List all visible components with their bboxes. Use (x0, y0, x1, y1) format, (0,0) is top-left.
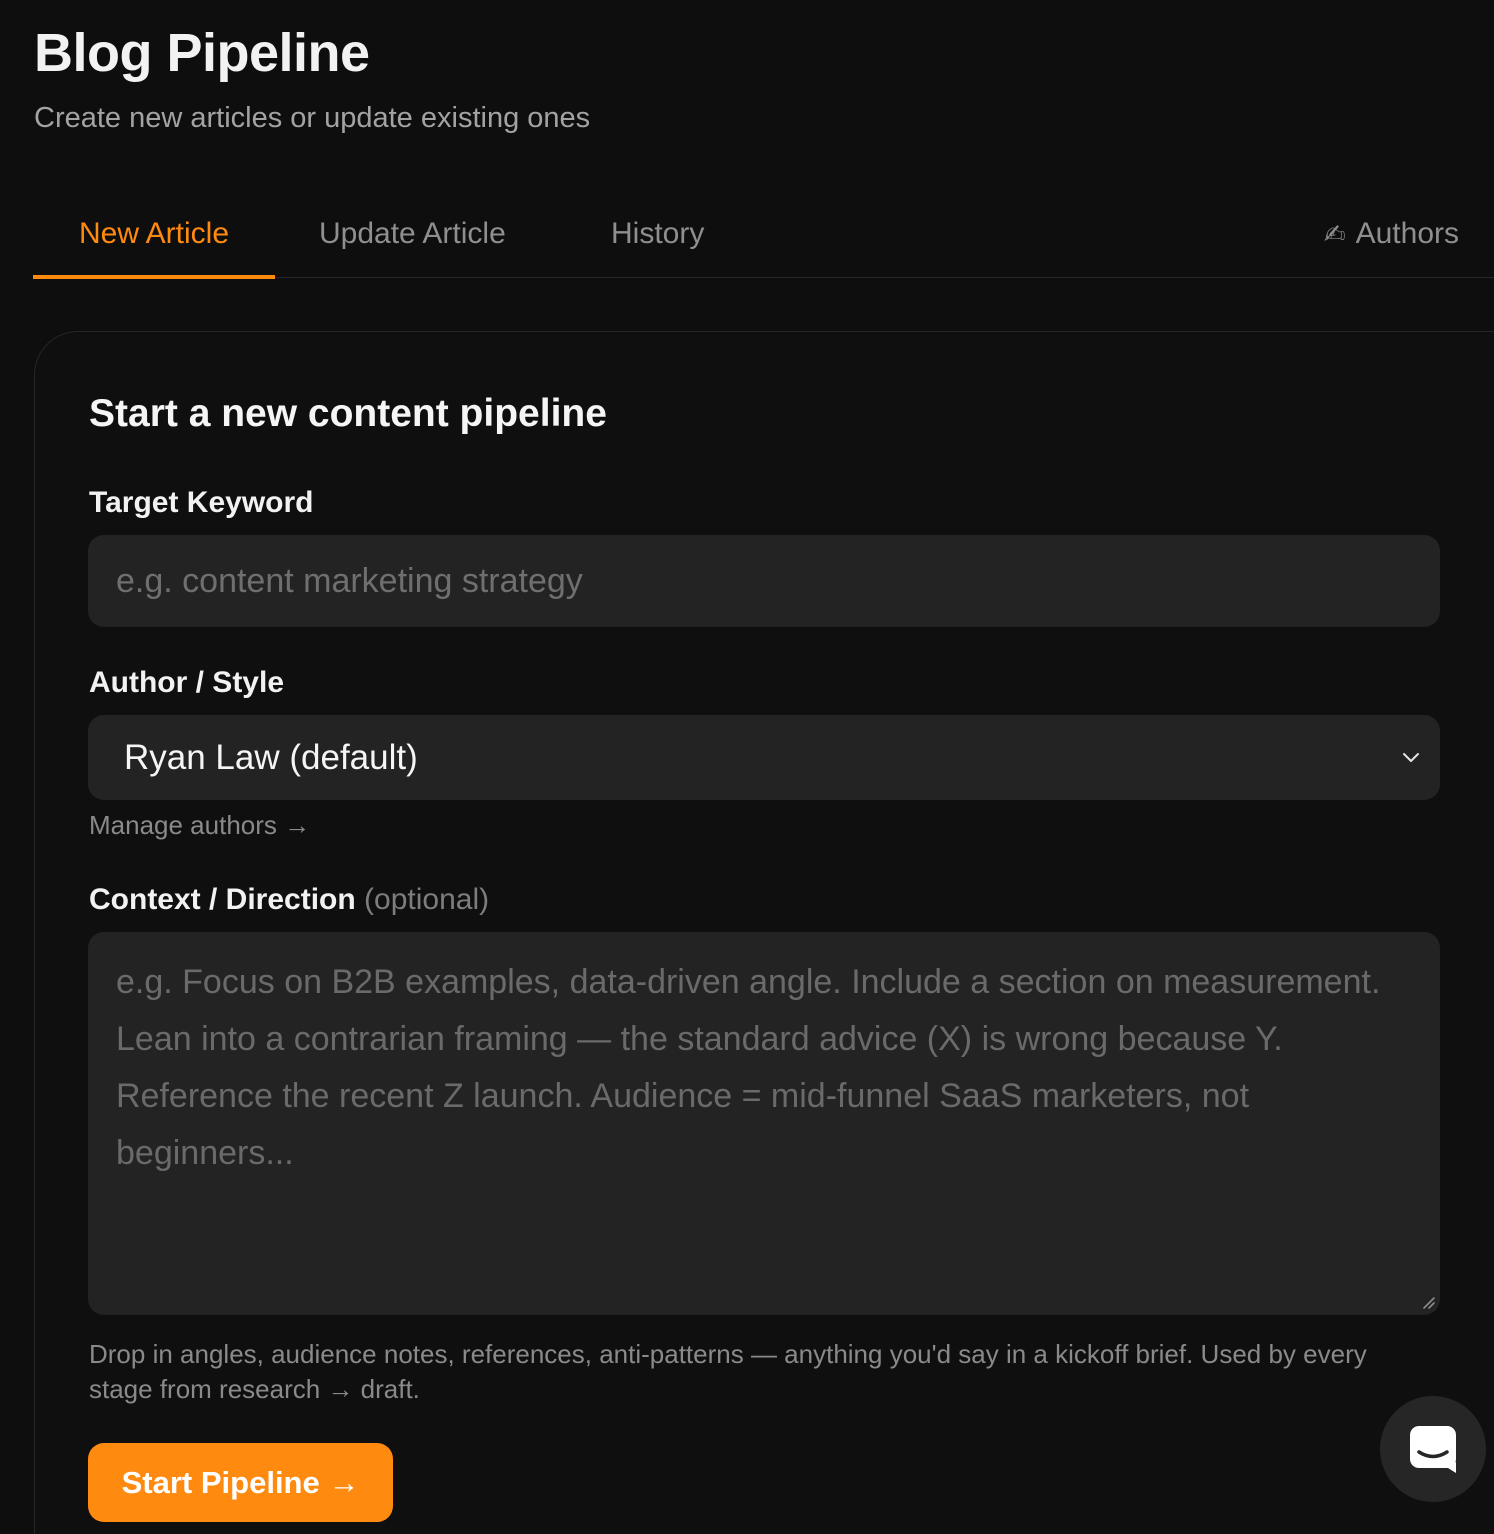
context-direction-label: Context / Direction (optional) (89, 883, 489, 917)
tab-new-article[interactable]: New Article (33, 190, 275, 279)
tab-authors[interactable]: ✍ Authors (1324, 190, 1459, 278)
tab-bar: New Article Update Article History ✍ Auth… (33, 190, 1494, 279)
author-select-value: Ryan Law (default) (124, 737, 418, 777)
target-keyword-input[interactable] (88, 535, 1440, 627)
chevron-down-icon (1403, 753, 1419, 762)
target-keyword-label: Target Keyword (89, 486, 314, 519)
tab-update-article[interactable]: Update Article (319, 190, 506, 278)
context-label-text: Context / Direction (89, 883, 356, 916)
chat-icon (1410, 1426, 1456, 1473)
page-title: Blog Pipeline (34, 23, 370, 83)
optional-hint: (optional) (364, 883, 490, 916)
context-direction-textarea[interactable] (88, 932, 1440, 1315)
writing-hand-icon: ✍ (1323, 219, 1346, 249)
card-title: Start a new content pipeline (89, 392, 607, 435)
start-pipeline-button[interactable]: Start Pipeline → (88, 1443, 393, 1522)
page: Blog Pipeline Create new articles or upd… (0, 0, 1494, 1534)
chat-launcher-button[interactable] (1380, 1396, 1486, 1502)
tab-authors-label: Authors (1355, 217, 1459, 250)
author-style-label: Author / Style (89, 666, 285, 699)
context-helper-text: Drop in angles, audience notes, referenc… (89, 1339, 1367, 1404)
tab-history[interactable]: History (611, 190, 704, 278)
page-subtitle: Create new articles or update existing o… (34, 102, 591, 134)
resize-handle-icon[interactable] (1420, 1294, 1436, 1310)
author-style-select[interactable]: Ryan Law (default) (88, 715, 1440, 800)
manage-authors-link[interactable]: Manage authors → (89, 810, 310, 841)
